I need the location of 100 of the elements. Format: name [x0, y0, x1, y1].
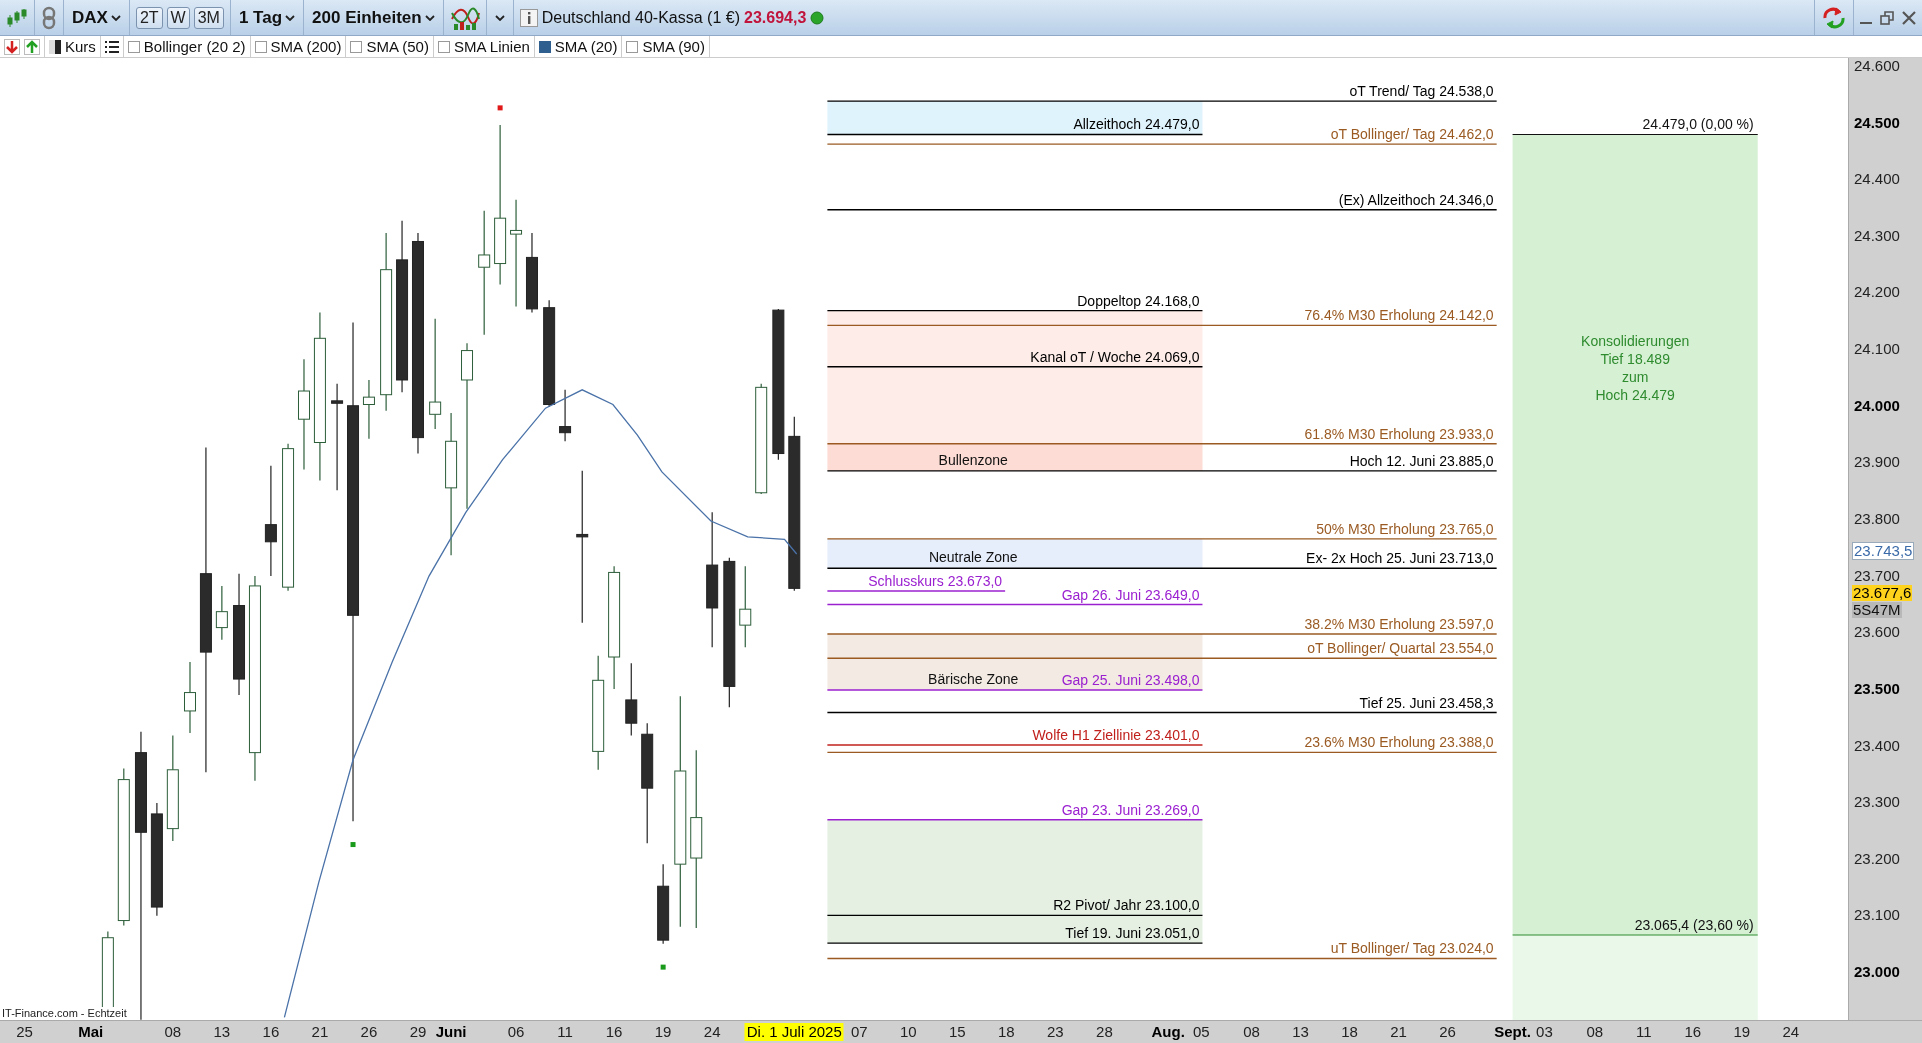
candlestick-icon[interactable]: [6, 6, 28, 29]
date-label: 29: [409, 1023, 427, 1041]
date-label: 11: [1635, 1023, 1652, 1041]
sell-arrow-icon[interactable]: [4, 38, 20, 55]
date-label: 18: [998, 1023, 1015, 1041]
instrument-title: Deutschland 40-Kassa (1 €): [541, 8, 740, 27]
level-label: Allzeithoch 24.479,0: [1073, 116, 1200, 133]
data-source-label: IT-Finance.com - Echtzeit: [0, 1007, 129, 1019]
info-icon[interactable]: [519, 8, 538, 27]
candlestick: [559, 389, 572, 442]
price-marker: 5S47M: [1852, 602, 1902, 619]
date-label: 16: [1684, 1023, 1702, 1041]
symbol-dropdown[interactable]: DAX: [70, 7, 123, 28]
date-label: 23: [1047, 1023, 1064, 1041]
level-label: oT Trend/ Tag 24.538,0: [1349, 83, 1494, 100]
level-label: Schlusskurs 23.673,0: [868, 572, 1003, 589]
date-label: 19: [1733, 1023, 1751, 1041]
caret-icon: [424, 14, 435, 21]
zone-label: Bullenzone: [938, 451, 1008, 468]
date-label: 26: [360, 1023, 378, 1041]
date-label: 08: [164, 1023, 182, 1041]
level-label: 24.479,0 (0,00 %): [1642, 116, 1754, 133]
price-tick-label: 24.600: [1854, 57, 1900, 74]
level-label: Gap 26. Juni 23.649,0: [1061, 586, 1200, 603]
signal-marker: [350, 842, 356, 848]
level-label: Kanal oT / Woche 24.069,0: [1030, 348, 1200, 365]
signal-marker: [497, 105, 503, 111]
interval-dropdown[interactable]: 1 Tag: [236, 7, 298, 28]
level-label: uT Bollinger/ Tag 23.024,0: [1330, 940, 1494, 957]
date-label: 26: [1439, 1023, 1456, 1041]
price-tick-label: 23.000: [1854, 964, 1900, 981]
close-icon[interactable]: [1902, 10, 1916, 25]
indicator-checkbox[interactable]: SMA (20): [534, 36, 623, 57]
level-label: Hoch 12. Juni 23.885,0: [1349, 452, 1494, 469]
signal-marker: [660, 964, 666, 970]
consolidation-note: Konsolidierungen Tief 18.489 zum Hoch 24.479: [1581, 332, 1690, 405]
indicator-checkbox[interactable]: SMA (200): [250, 36, 347, 57]
price-tick-label: 24.000: [1854, 397, 1900, 414]
price-tick-label: 24.100: [1854, 341, 1900, 358]
level-label: (Ex) Allzeithoch 24.346,0: [1338, 191, 1494, 208]
range-button[interactable]: W: [166, 6, 190, 29]
indicator-checkbox[interactable]: Bollinger (20 2): [123, 36, 251, 57]
level-label: Wolfe H1 Ziellinie 23.401,0: [1032, 726, 1200, 743]
price-series-toggle[interactable]: Kurs: [45, 36, 101, 57]
level-label: 61.8% M30 Erholung 23.933,0: [1304, 425, 1494, 442]
date-label: 24: [1782, 1023, 1800, 1041]
date-label: 25: [16, 1023, 33, 1041]
status-dot-icon: [810, 10, 825, 25]
range-button[interactable]: 2T: [135, 6, 163, 29]
series-swatch-icon: [49, 39, 61, 54]
price-tick-label: 23.900: [1854, 454, 1900, 471]
price-tick-label: 23.700: [1854, 567, 1900, 584]
date-label: 18: [1341, 1023, 1358, 1041]
indicator-checkbox[interactable]: SMA Linien: [433, 36, 535, 57]
date-label: Mai: [78, 1023, 104, 1041]
refresh-icon[interactable]: [1821, 5, 1847, 30]
date-label: 21: [1390, 1023, 1407, 1041]
date-label: 06: [507, 1023, 525, 1041]
level-label: 23.6% M30 Erholung 23.388,0: [1304, 734, 1494, 751]
date-label: 08: [1243, 1023, 1260, 1041]
date-label: Sept.: [1494, 1023, 1531, 1041]
list-icon[interactable]: [104, 40, 119, 53]
price-tick-label: 23.200: [1854, 850, 1900, 867]
chart-options-button[interactable]: [492, 14, 507, 21]
chain-link-icon[interactable]: [41, 5, 57, 30]
date-label: 05: [1192, 1023, 1210, 1041]
range-button[interactable]: 3M: [193, 6, 224, 29]
level-label: 76.4% M30 Erholung 24.142,0: [1304, 307, 1494, 324]
price-tick-label: 23.500: [1854, 680, 1900, 697]
date-label: 07: [850, 1023, 868, 1041]
level-label: 23.065,4 (23,60 %): [1634, 917, 1754, 933]
buy-arrow-icon[interactable]: [24, 38, 40, 55]
date-label: 13: [1292, 1023, 1309, 1041]
price-tick-label: 23.800: [1854, 511, 1900, 527]
date-label: 10: [899, 1023, 917, 1041]
zone-label: Bärische Zone: [928, 671, 1019, 688]
candlestick: [215, 585, 228, 641]
caret-icon: [110, 14, 121, 21]
restore-icon[interactable]: [1880, 10, 1894, 25]
level-label: R2 Pivot/ Jahr 23.100,0: [1053, 897, 1200, 914]
units-dropdown[interactable]: 200 Einheiten: [310, 7, 437, 28]
date-label: 16: [605, 1023, 623, 1041]
date-label: 11: [557, 1023, 573, 1041]
price-tick-label: 23.300: [1854, 794, 1900, 811]
indicator-checkbox[interactable]: SMA (50): [346, 36, 434, 57]
date-label: 15: [948, 1023, 966, 1041]
date-label: Di. 1 Juli 2025: [744, 1023, 844, 1041]
indicator-checkbox[interactable]: SMA (90): [622, 36, 710, 57]
price-tick-label: 24.500: [1854, 114, 1900, 131]
level-label: 50% M30 Erholung 23.765,0: [1316, 520, 1494, 537]
price-tick-label: 24.300: [1854, 227, 1900, 244]
date-label: 08: [1586, 1023, 1604, 1041]
price-tick-label: 23.400: [1854, 737, 1900, 754]
date-label: 24: [703, 1023, 721, 1041]
price-tick-label: 24.200: [1854, 284, 1900, 301]
date-label: Aug.: [1151, 1023, 1185, 1041]
price-value: 23.694,3: [744, 8, 807, 27]
price-marker: 23.743,5: [1852, 542, 1915, 560]
price-marker: 23.677,6: [1852, 585, 1913, 602]
date-label: Juni: [435, 1023, 467, 1041]
